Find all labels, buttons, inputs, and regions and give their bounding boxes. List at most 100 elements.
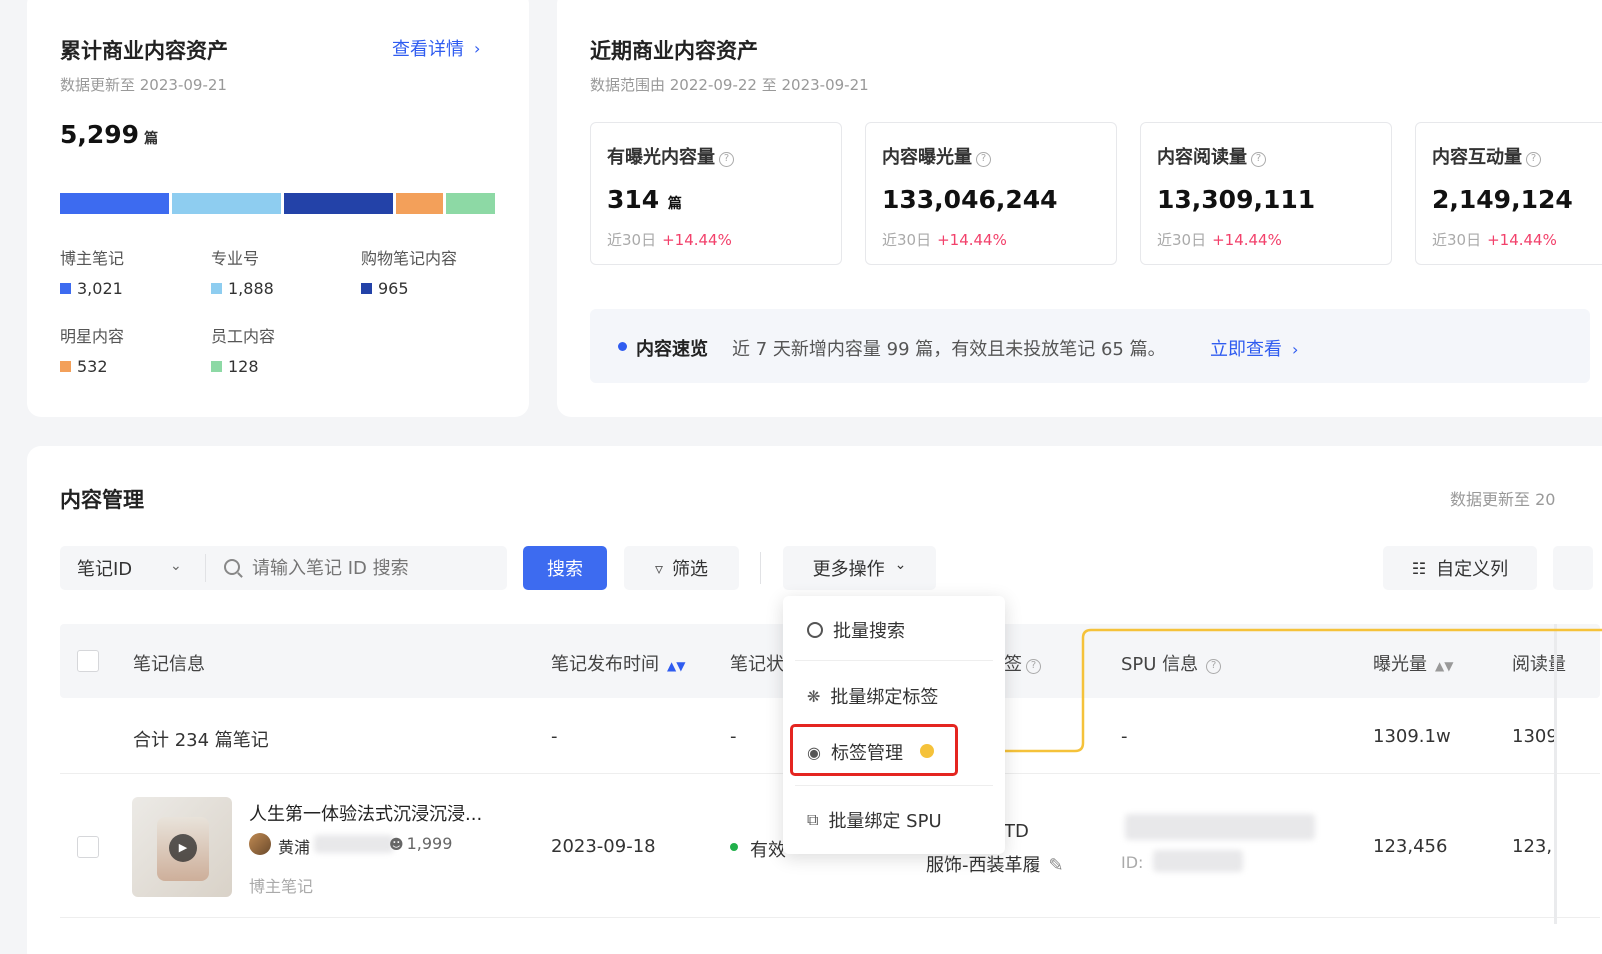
total-assets-card: 累计商业内容资产 数据更新至 2023-09-21 查看详情 › 5,299 篇… (27, 0, 529, 417)
spu-id: ID: (1121, 853, 1144, 872)
col-status: 笔记状 (730, 654, 784, 675)
tag-icon: ❋ (807, 686, 821, 706)
note-type: 博主笔记 (249, 877, 314, 896)
divider (205, 554, 206, 582)
row-divider (60, 917, 1600, 918)
toolbar-divider (760, 552, 761, 584)
distribution-segment (396, 193, 446, 214)
filter-button[interactable]: ▿ 筛选 (624, 546, 739, 590)
overview-text: 近 7 天新增内容量 99 篇，有效且未投放笔记 65 篇。 (732, 339, 1166, 360)
menu-batch-bind-spu[interactable]: ⧉ 批量绑定 SPU (783, 800, 1005, 840)
metric-label: 内容曝光量 (882, 147, 972, 168)
metric-value: 2,149,124 (1432, 185, 1573, 214)
bullet-dot (618, 342, 627, 351)
chevron-down-icon: ⌄ (894, 557, 907, 573)
menu-divider (795, 785, 993, 786)
metric-change: 近30日 +14.44% (607, 231, 732, 249)
content-mgmt-title: 内容管理 (60, 488, 144, 512)
legend-swatch (361, 283, 372, 294)
distribution-segment (445, 193, 495, 214)
status-dot (730, 843, 738, 851)
help-icon[interactable]: ? (1526, 152, 1541, 167)
scrollbar-track[interactable] (1554, 624, 1557, 924)
select-all-checkbox[interactable] (77, 650, 99, 672)
view-now-link[interactable]: 立即查看 › (1210, 335, 1298, 361)
chevron-right-icon: › (1292, 340, 1299, 359)
metric-card: 有曝光内容量? 314 篇 近30日 +14.44% (590, 122, 842, 265)
followers: ☻ 1,999 (389, 834, 453, 853)
more-actions-dropdown: 批量搜索 ❋ 批量绑定标签 ◉ 标签管理 ⧉ 批量绑定 SPU (783, 596, 1005, 854)
more-actions-button[interactable]: 更多操作 ⌄ (783, 546, 936, 590)
total-row-time: - (551, 726, 558, 747)
help-icon[interactable]: ? (1251, 152, 1266, 167)
metric-label: 内容阅读量 (1157, 147, 1247, 168)
sort-icon[interactable]: ▲▼ (667, 659, 685, 673)
recent-assets-range: 数据范围由 2022-09-22 至 2023-09-21 (590, 76, 869, 94)
metric-value: 13,309,111 (1157, 185, 1316, 214)
recent-assets-title: 近期商业内容资产 (590, 39, 758, 63)
id-type-select[interactable]: 笔记ID ⌄ (60, 546, 205, 590)
help-icon[interactable]: ? (719, 152, 734, 167)
custom-columns-button[interactable]: ☷ 自定义列 (1383, 546, 1537, 590)
play-icon[interactable]: ▶ (169, 834, 197, 862)
total-row-read: 1309 (1512, 726, 1558, 747)
metric-label: 内容互动量 (1432, 147, 1522, 168)
legend-value: 128 (211, 357, 259, 376)
legend-value: 532 (60, 357, 108, 376)
row-checkbox[interactable] (77, 836, 99, 858)
annotation-connector (929, 628, 1602, 753)
user-icon: ☻ (389, 837, 404, 853)
total-count: 5,299 篇 (60, 120, 159, 149)
metric-card: 内容互动量? 2,149,124 近30日 +14.44% (1415, 122, 1602, 265)
col-publish-time[interactable]: 笔记发布时间 ▲▼ (551, 650, 685, 676)
total-row-label: 合计 234 篇笔记 (133, 730, 269, 751)
legend-swatch (211, 283, 222, 294)
spu-id-redacted (1153, 850, 1243, 872)
author-name: 黄浦 (278, 838, 311, 857)
filter-icon: ▿ (654, 558, 664, 578)
legend-swatch (60, 361, 71, 372)
copy-icon: ⧉ (807, 810, 819, 829)
metric-label: 有曝光内容量 (607, 147, 715, 168)
legend-label: 博主笔记 (60, 249, 125, 268)
author-avatar (249, 833, 271, 855)
tag-line-2: 服饰-西装革履 ✎ (926, 855, 1064, 876)
legend-value: 1,888 (211, 279, 274, 298)
content-overview-bar: 内容速览 近 7 天新增内容量 99 篇，有效且未投放笔记 65 篇。 立即查看… (590, 309, 1590, 383)
menu-batch-search[interactable]: 批量搜索 (783, 610, 1005, 650)
recent-assets-card: 近期商业内容资产 数据范围由 2022-09-22 至 2023-09-21 有… (557, 0, 1602, 417)
legend-label: 员工内容 (211, 327, 276, 346)
edit-icon[interactable]: ✎ (1049, 855, 1064, 876)
spu-name-redacted (1125, 814, 1315, 840)
note-thumbnail[interactable]: ▶ (132, 797, 232, 897)
view-details-link[interactable]: 查看详情 › (392, 35, 480, 61)
total-row-status: - (730, 726, 737, 747)
legend-label: 专业号 (211, 249, 260, 268)
menu-batch-bind-tags[interactable]: ❋ 批量绑定标签 (783, 676, 1005, 716)
menu-divider (795, 660, 993, 661)
content-mgmt-updated: 数据更新至 20 (1450, 490, 1556, 509)
metric-change: 近30日 +14.44% (882, 231, 1007, 249)
metric-change: 近30日 +14.44% (1432, 231, 1557, 249)
note-status: 有效 (750, 840, 786, 861)
total-assets-updated: 数据更新至 2023-09-21 (60, 76, 227, 94)
legend-swatch (60, 283, 71, 294)
col-read: 阅读量 (1512, 654, 1566, 675)
metric-card: 内容阅读量? 13,309,111 近30日 +14.44% (1140, 122, 1392, 265)
content-management-card: 内容管理 数据更新至 20 笔记ID ⌄ 搜索 ▿筛选 更多操作⌄ ☷自定义列 … (27, 446, 1602, 954)
help-icon[interactable]: ? (976, 152, 991, 167)
note-publish-time: 2023-09-18 (551, 836, 656, 857)
search-group: 笔记ID ⌄ (60, 546, 507, 590)
toolbar-extra-button[interactable] (1553, 546, 1593, 590)
total-assets-title: 累计商业内容资产 (60, 39, 228, 63)
search-icon-handle (237, 572, 243, 578)
distribution-segment (284, 193, 397, 214)
note-title[interactable]: 人生第一体验法式沉浸沉浸... (249, 800, 482, 826)
metric-card: 内容曝光量? 133,046,244 近30日 +14.44% (865, 122, 1117, 265)
overview-label: 内容速览 (636, 339, 708, 360)
legend-label: 明星内容 (60, 327, 125, 346)
search-input[interactable] (252, 546, 502, 590)
author-name-redacted (314, 835, 394, 853)
search-button[interactable]: 搜索 (523, 546, 607, 590)
annotation-dot (920, 744, 934, 758)
